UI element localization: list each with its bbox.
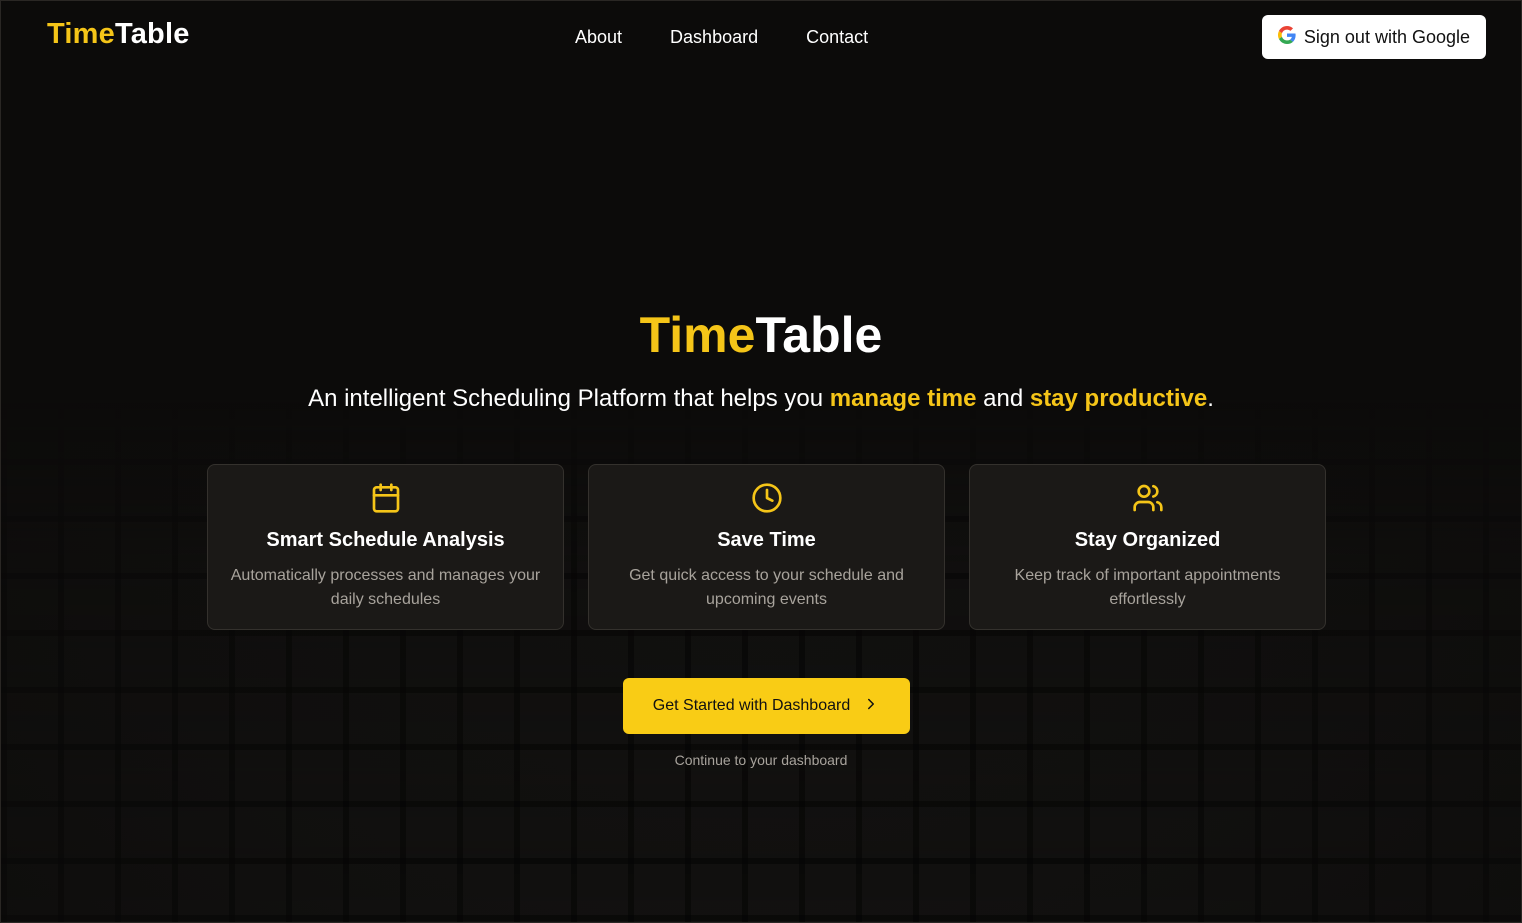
nav-about[interactable]: About xyxy=(575,27,622,48)
logo-part-time: Time xyxy=(47,18,115,50)
tagline-middle: and xyxy=(976,385,1030,412)
feature-title: Stay Organized xyxy=(1074,529,1221,551)
hero-title-table: Table xyxy=(755,307,883,363)
feature-title: Save Time xyxy=(717,529,816,551)
feature-description: Keep track of important appointments eff… xyxy=(1014,567,1281,608)
header: TimeTable About Dashboard Contact Sign o… xyxy=(1,1,1521,73)
hero-title: TimeTable xyxy=(1,306,1521,364)
google-icon xyxy=(1277,25,1296,49)
nav-contact[interactable]: Contact xyxy=(806,27,868,48)
clock-icon xyxy=(751,482,783,514)
calendar-icon xyxy=(370,482,402,514)
tagline-highlight-manage-time: manage time xyxy=(829,385,977,412)
get-started-button[interactable]: Get Started with Dashboard xyxy=(623,678,910,734)
feature-title: Smart Schedule Analysis xyxy=(266,529,505,551)
tagline-highlight-stay-productive: stay productive xyxy=(1029,385,1208,412)
sign-out-button[interactable]: Sign out with Google xyxy=(1261,15,1486,59)
get-started-label: Get Started with Dashboard xyxy=(652,697,851,714)
feature-description: Get quick access to your schedule and up… xyxy=(629,567,904,608)
logo[interactable]: TimeTable xyxy=(47,18,190,51)
users-icon xyxy=(1132,482,1164,514)
nav-dashboard[interactable]: Dashboard xyxy=(670,27,758,48)
tagline-prefix: An intelligent Scheduling Platform that … xyxy=(308,385,830,412)
feature-card-save-time: Save Time Get quick access to your sched… xyxy=(588,464,945,630)
feature-description: Automatically processes and manages your… xyxy=(230,567,541,608)
page: TimeTable About Dashboard Contact Sign o… xyxy=(0,0,1522,923)
cta-subtext: Continue to your dashboard xyxy=(674,752,848,768)
feature-card-stay-organized: Stay Organized Keep track of important a… xyxy=(969,464,1326,630)
main-nav: About Dashboard Contact xyxy=(575,27,868,48)
chevron-right-icon xyxy=(862,695,880,718)
feature-card-smart-schedule: Smart Schedule Analysis Automatically pr… xyxy=(207,464,564,630)
hero-title-time: Time xyxy=(639,307,756,363)
sign-out-label: Sign out with Google xyxy=(1303,26,1470,47)
tagline-suffix: . xyxy=(1207,385,1214,412)
logo-part-table: Table xyxy=(114,18,190,50)
feature-cards: Smart Schedule Analysis Automatically pr… xyxy=(207,464,1326,630)
hero-tagline: An intelligent Scheduling Platform that … xyxy=(1,385,1521,413)
